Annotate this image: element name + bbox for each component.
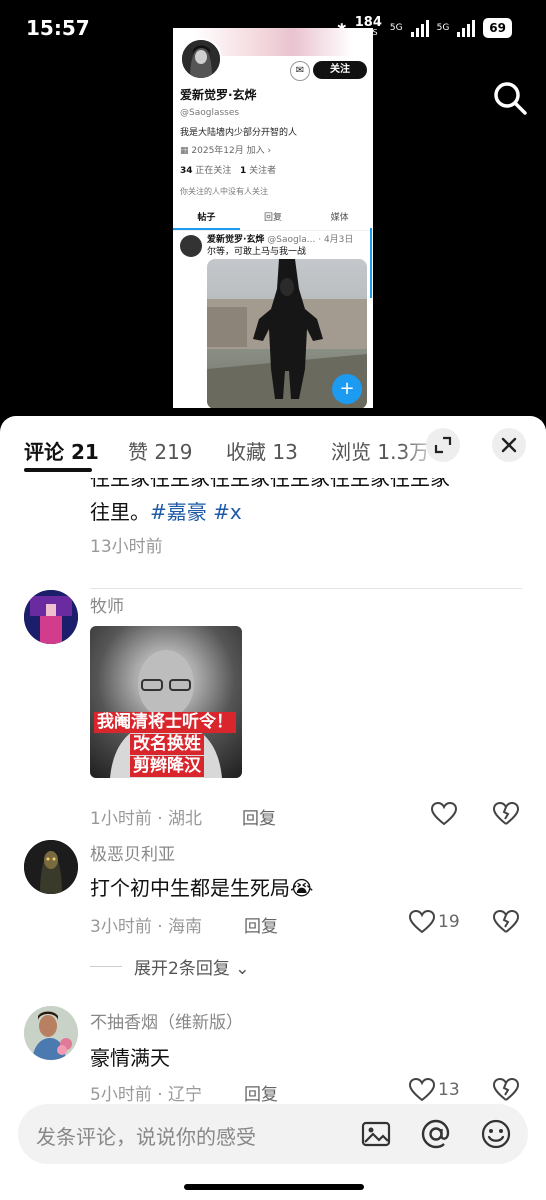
comment-3-body: 打个初中生都是生死局 (90, 876, 290, 900)
comment-input-placeholder: 发条评论，说说你的感受 (36, 1125, 256, 1149)
expand-icon (434, 436, 452, 454)
avatar[interactable] (24, 590, 78, 644)
tab-media[interactable]: 媒体 (306, 208, 373, 230)
joined-text: 2025年12月 加入 (191, 146, 265, 156)
following-label: 正在关注 (195, 166, 232, 176)
crying-emoji-icon: 😭 (290, 876, 314, 900)
comment-sheet: 评论 21 赞 219 收藏 13 浏览 1.3万 往主家往主家往主家往主家往主… (0, 416, 546, 1200)
signal-icon-2 (457, 19, 476, 37)
follow-button[interactable]: 关注 (313, 61, 367, 79)
image-caption-3: 剪辫降汉 (130, 756, 204, 777)
chevron-down-icon: ⌄ (235, 959, 250, 979)
close-icon (501, 437, 517, 453)
profile-handle: @Saoglasses (180, 108, 240, 118)
tab-posts[interactable]: 帖子 (173, 208, 240, 230)
tab-indicator (24, 468, 92, 472)
hashtag-link[interactable]: #嘉豪 (150, 500, 207, 524)
comment-4-time: 5小时前 · 辽宁 (90, 1085, 203, 1105)
heart-icon[interactable] (408, 908, 436, 940)
compose-fab[interactable]: + (332, 374, 362, 404)
reply-button[interactable]: 回复 (242, 804, 276, 829)
comment-1-text-top: 往主家往主家往主家往主家往主家往主家 (90, 478, 450, 490)
comment-1-time: 13小时前 (90, 537, 163, 557)
tab-comments[interactable]: 评论 21 (24, 436, 99, 465)
followers-count: 1 (240, 166, 247, 176)
comment-2-image[interactable]: 我阉清将士听令！ 改名换姓 剪辫降汉 (90, 626, 242, 778)
sheet-tabs: 评论 21 赞 219 收藏 13 浏览 1.3万 (0, 416, 546, 478)
comment-2-time: 1小时前 · 湖北 (90, 809, 203, 829)
comment-4-username[interactable]: 不抽香烟（维新版） (90, 1008, 243, 1033)
profile-joined: ▦ 2025年12月 加入 › (180, 143, 271, 156)
chevron-right-icon: › (267, 146, 272, 156)
comment-3-username[interactable]: 极恶贝利亚 (90, 840, 175, 865)
comment-1-line: 往里。 (90, 500, 150, 524)
dislike-icon[interactable] (492, 800, 520, 832)
avatar[interactable] (24, 1006, 78, 1060)
net-speed-value: 184 (354, 15, 382, 30)
tab-likes[interactable]: 赞 219 (128, 436, 193, 465)
expand-button[interactable] (426, 428, 460, 462)
avatar[interactable] (24, 840, 78, 894)
profile-bio: 我是大陆墙内少部分开智的人 (180, 128, 298, 138)
followers-label: 关注者 (249, 166, 277, 176)
tab-favorites[interactable]: 收藏 13 (226, 436, 298, 465)
expand-replies-label: 展开2条回复 (134, 959, 230, 979)
close-button[interactable] (492, 428, 526, 462)
comment-input[interactable]: 发条评论，说说你的感受 (18, 1104, 528, 1164)
comment-list[interactable]: 往主家往主家往主家往主家往主家往主家 往里。#嘉豪 #x 13小时前 牧师 我阉… (0, 478, 546, 1118)
post-text: 尔等，可敢上马与我一战 (207, 247, 307, 257)
search-icon[interactable] (490, 78, 530, 118)
post-avatar (180, 235, 202, 257)
image-caption-1: 我阉清将士听令！ (94, 712, 236, 733)
signal-icon (410, 19, 429, 37)
expand-replies-button[interactable]: 展开2条回复 ⌄ (134, 954, 249, 979)
signal-5g-label-2: 5G (436, 23, 450, 33)
divider (90, 966, 122, 967)
calendar-icon: ▦ (180, 146, 189, 156)
no-common-followers: 你关注的人中没有人关注 (180, 187, 268, 196)
like-count: 19 (438, 912, 460, 932)
post-date: · 4月3日 (318, 235, 354, 245)
reply-button[interactable]: 回复 (244, 1080, 278, 1105)
profile-name: 爱新觉罗·玄烨 (180, 88, 257, 102)
comment-2-username[interactable]: 牧师 (90, 592, 124, 617)
profile-avatar (180, 38, 222, 80)
home-indicator (184, 1184, 364, 1190)
heart-icon[interactable] (430, 800, 458, 832)
emoji-icon[interactable] (480, 1118, 512, 1154)
hashtag-link-2[interactable]: #x (213, 500, 242, 524)
reply-button[interactable]: 回复 (244, 912, 278, 937)
status-time: 15:57 (26, 16, 90, 40)
following-count: 34 (180, 166, 193, 176)
like-count: 13 (438, 1080, 460, 1100)
mail-icon[interactable]: ✉ (290, 61, 310, 81)
profile-tabs: 帖子 回复 媒体 (173, 208, 373, 231)
preview-scrollbar (370, 228, 372, 298)
comment-3-text: 打个初中生都是生死局😭 (90, 872, 313, 901)
image-caption-2: 改名换姓 (130, 734, 204, 755)
divider (90, 588, 522, 589)
comment-3-time: 3小时前 · 海南 (90, 917, 203, 937)
image-icon[interactable] (360, 1118, 392, 1154)
comment-1-text: 往里。#嘉豪 #x (90, 496, 242, 525)
dislike-icon[interactable] (492, 908, 520, 940)
comment-4-text: 豪情满天 (90, 1046, 170, 1070)
mention-icon[interactable] (420, 1118, 452, 1154)
signal-5g-label: 5G (389, 23, 403, 33)
profile-stats: 34 正在关注 1 关注者 (180, 163, 276, 176)
battery-icon: 69 (483, 18, 512, 38)
tab-replies[interactable]: 回复 (240, 208, 307, 230)
post-image-preview[interactable]: ✉ 关注 爱新觉罗·玄烨 @Saoglasses 我是大陆墙内少部分开智的人 ▦… (173, 28, 373, 408)
